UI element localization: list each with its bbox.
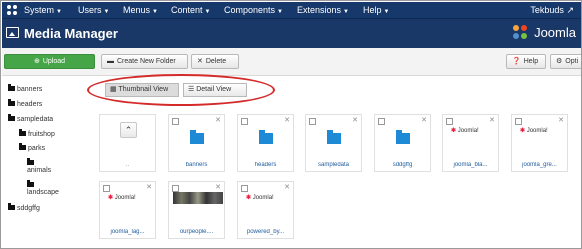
select-checkbox[interactable] — [241, 185, 248, 192]
folder-icon — [8, 203, 15, 210]
menu-content[interactable]: Content ▼ — [171, 5, 210, 15]
photo-thumbnail — [173, 192, 223, 204]
image-item[interactable]: ✕ ✱ Joomla! powered_by... — [237, 181, 294, 239]
upload-button[interactable]: ⊕ Upload — [4, 54, 95, 69]
tree-item-parks[interactable]: parks — [19, 143, 45, 152]
toolbar: ⊕ Upload ▬ Create New Folder ✕ Delete ❓ Help… — [2, 48, 581, 76]
close-icon: ✕ — [197, 58, 203, 65]
page-header: Media Manager Joomla — [2, 19, 581, 48]
joomla-brand-icon — [513, 25, 527, 39]
highlight-annotation — [87, 74, 275, 106]
tree-item-sampledata[interactable]: sampledata — [8, 114, 53, 123]
menu-system[interactable]: System ▼ — [24, 5, 62, 15]
folder-item[interactable]: ✕ sddgffg — [374, 114, 431, 172]
menu-users[interactable]: Users ▼ — [78, 5, 109, 15]
folder-icon — [396, 130, 410, 144]
folder-item[interactable]: ✕ sampledata — [305, 114, 362, 172]
delete-icon[interactable]: ✕ — [558, 116, 564, 124]
plus-circle-icon: ⊕ — [33, 58, 40, 65]
joomla-logo-icon[interactable] — [6, 4, 18, 16]
delete-icon[interactable]: ✕ — [489, 116, 495, 124]
delete-icon[interactable]: ✕ — [421, 116, 427, 124]
image-thumbnail: ✱ Joomla! — [451, 128, 479, 134]
folder-icon: ▬ — [107, 58, 114, 65]
folder-tree: banners headers sampledata fruitshop par… — [2, 79, 94, 248]
select-checkbox[interactable] — [103, 185, 110, 192]
folder-icon — [327, 130, 341, 144]
tree-item-landscape[interactable]: landscape — [27, 180, 59, 196]
select-checkbox[interactable] — [378, 118, 385, 125]
delete-icon[interactable]: ✕ — [146, 183, 152, 191]
select-checkbox[interactable] — [515, 118, 522, 125]
image-icon — [6, 27, 19, 38]
image-thumbnail: ✱ Joomla! — [246, 195, 274, 201]
options-button[interactable]: ⚙ Opti — [550, 54, 581, 69]
site-link[interactable]: Tekbuds ↗ — [530, 5, 574, 16]
image-thumbnail: ✱ Joomla! — [108, 195, 136, 201]
question-icon: ❓ — [512, 58, 521, 65]
image-item[interactable]: ✕ ✱ Joomla! joomla_lag... — [99, 181, 156, 239]
folder-icon — [8, 84, 15, 91]
tree-item-fruitshop[interactable]: fruitshop — [19, 129, 55, 138]
menu-help[interactable]: Help ▼ — [363, 5, 389, 15]
create-folder-button[interactable]: ▬ Create New Folder — [101, 54, 188, 69]
folder-icon — [190, 130, 204, 144]
folder-item[interactable]: ✕ headers — [237, 114, 294, 172]
select-checkbox[interactable] — [172, 118, 179, 125]
up-directory-item[interactable]: ⌃ .. — [99, 114, 156, 172]
tree-item-headers[interactable]: headers — [8, 99, 42, 108]
tree-item-sddgffg[interactable]: sddgffg — [8, 203, 40, 212]
menu-menus[interactable]: Menus ▼ — [123, 5, 158, 15]
image-item[interactable]: ✕ ✱ Joomla! joomla_gre... — [511, 114, 568, 172]
delete-icon[interactable]: ✕ — [215, 116, 221, 124]
select-checkbox[interactable] — [309, 118, 316, 125]
image-item[interactable]: ✕ ourpeople.... — [168, 181, 225, 239]
delete-icon[interactable]: ✕ — [284, 116, 290, 124]
image-thumbnail: ✱ Joomla! — [520, 128, 548, 134]
brand-wordmark: Joomla — [534, 25, 576, 40]
select-checkbox[interactable] — [446, 118, 453, 125]
page-title: Media Manager — [24, 26, 118, 41]
external-link-icon: ↗ — [566, 5, 574, 15]
admin-navbar: System ▼ Users ▼ Menus ▼ Content ▼ Component… — [2, 2, 581, 19]
folder-icon — [27, 158, 34, 165]
window: System ▼ Users ▼ Menus ▼ Content ▼ Component… — [0, 0, 582, 249]
tree-item-banners[interactable]: banners — [8, 84, 42, 93]
help-button[interactable]: ❓ Help — [506, 54, 546, 69]
delete-icon[interactable]: ✕ — [215, 183, 221, 191]
delete-icon[interactable]: ✕ — [352, 116, 358, 124]
select-checkbox[interactable] — [172, 185, 179, 192]
menu-extensions[interactable]: Extensions ▼ — [297, 5, 349, 15]
tree-item-animals[interactable]: animals — [27, 158, 51, 174]
folder-icon — [8, 114, 15, 121]
gear-icon: ⚙ — [556, 58, 563, 65]
menu-components[interactable]: Components ▼ — [224, 5, 283, 15]
folder-icon — [27, 180, 34, 187]
select-checkbox[interactable] — [241, 118, 248, 125]
image-item[interactable]: ✕ ✱ Joomla! joomla_bla... — [442, 114, 499, 172]
delete-button[interactable]: ✕ Delete — [191, 54, 239, 69]
delete-icon[interactable]: ✕ — [284, 183, 290, 191]
folder-icon — [19, 129, 26, 136]
arrow-up-icon[interactable]: ⌃ — [120, 122, 137, 138]
folder-icon — [8, 99, 15, 106]
folder-icon — [19, 143, 26, 150]
folder-item[interactable]: ✕ banners — [168, 114, 225, 172]
folder-icon — [259, 130, 273, 144]
